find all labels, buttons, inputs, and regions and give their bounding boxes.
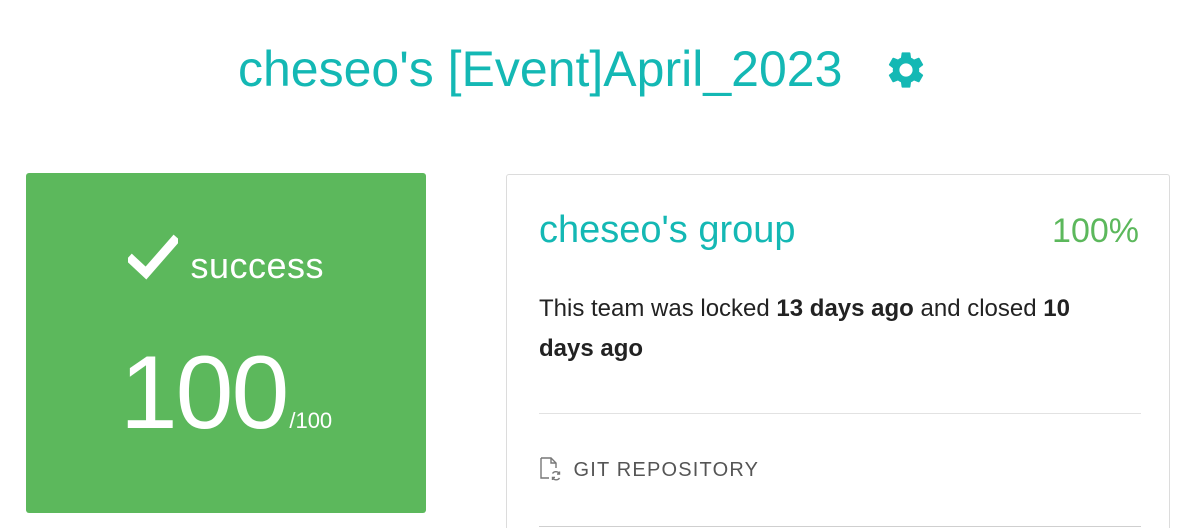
lock-text-2: and closed — [913, 295, 1044, 322]
score-value: 100 — [119, 335, 290, 451]
group-name-link[interactable]: cheseo's group — [539, 205, 796, 255]
page-title: cheseo's [Event]April_2023 — [238, 41, 843, 97]
gear-icon[interactable] — [884, 48, 928, 92]
bottom-divider — [539, 526, 1141, 527]
header: cheseo's [Event]April_2023 — [0, 36, 1192, 106]
locked-ago: 13 days ago — [776, 295, 914, 322]
lock-info: This team was locked 13 days ago and clo… — [539, 289, 1119, 369]
git-repository-link[interactable]: GIT REPOSITORY — [539, 457, 759, 487]
divider — [539, 413, 1141, 414]
score-card: success 100/100 — [26, 173, 426, 513]
status-label: success — [190, 245, 324, 286]
score-row: 100/100 — [26, 333, 426, 453]
completion-percent: 100% — [1052, 212, 1139, 250]
status-row: success — [26, 234, 426, 291]
git-repository-label: GIT REPOSITORY — [573, 458, 760, 481]
lock-text-1: This team was locked — [539, 295, 777, 322]
git-repository-icon — [540, 457, 561, 481]
page: cheseo's [Event]April_2023 success 100/1… — [0, 0, 1192, 528]
score-max: /100 — [289, 408, 333, 433]
check-icon — [128, 234, 178, 280]
team-card: cheseo's group 100% This team was locked… — [506, 174, 1170, 528]
